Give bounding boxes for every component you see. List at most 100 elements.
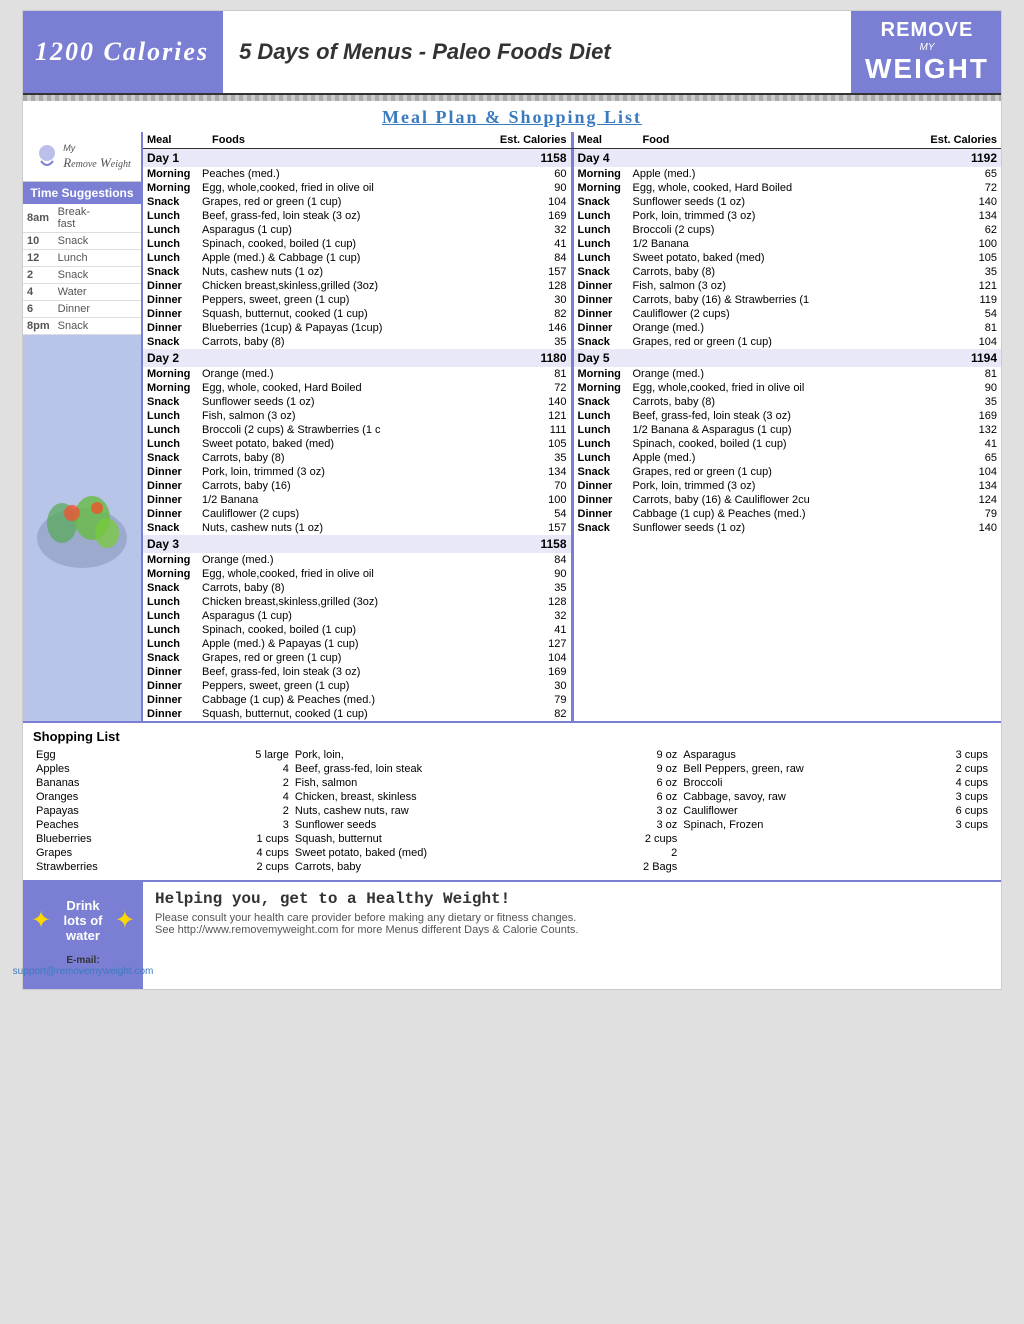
meal-type: Dinner xyxy=(574,279,629,293)
shopping-item: Fish, salmon 6 oz xyxy=(292,776,680,790)
meal-type: Lunch xyxy=(143,251,198,265)
time-4: 4 xyxy=(23,284,54,301)
food-item: Asparagus (1 cup) xyxy=(198,223,513,237)
meal-type: Dinner xyxy=(574,293,629,307)
calorie-value: 35 xyxy=(513,451,570,465)
bottom-area: ✦ Drink lots of water ✦ E-mail: support@… xyxy=(23,880,1001,989)
food-item: Spinach, cooked, boiled (1 cup) xyxy=(198,237,513,251)
food-item: Pork, loin, trimmed (3 oz) xyxy=(198,465,513,479)
email-label: E-mail: xyxy=(66,955,99,966)
food-item: Cabbage (1 cup) & Peaches (med.) xyxy=(198,693,513,707)
calorie-value: 72 xyxy=(513,381,570,395)
shopping-item: Oranges 4 xyxy=(33,790,292,804)
meal-row: Lunch Beef, grass-fed, loin steak (3 oz)… xyxy=(143,209,571,223)
meal-row: Dinner Blueberries (1cup) & Papayas (1cu… xyxy=(143,321,571,335)
meal-type: Dinner xyxy=(574,507,629,521)
food-item: Spinach, cooked, boiled (1 cup) xyxy=(198,623,513,637)
my-text: MY xyxy=(920,42,935,53)
meal-row: Lunch Beef, grass-fed, loin steak (3 oz)… xyxy=(574,409,1002,423)
calorie-value: 169 xyxy=(513,209,570,223)
time-row-5: 4 Water xyxy=(23,284,141,301)
meal-type: Dinner xyxy=(574,493,629,507)
food-item: Cauliflower (2 cups) xyxy=(629,307,944,321)
shopping-item: Broccoli 4 cups xyxy=(680,776,991,790)
header-cal-right: Est. Calories xyxy=(921,132,1001,148)
calorie-value: 35 xyxy=(943,265,1001,279)
shopping-item: Papayas 2 xyxy=(33,804,292,818)
shopping-item: Sweet potato, baked (med) 2 xyxy=(292,846,680,860)
calorie-value: 157 xyxy=(513,265,570,279)
meal-type: Lunch xyxy=(143,437,198,451)
meal-row: Morning Orange (med.) 84 xyxy=(143,553,571,567)
food-item: Peppers, sweet, green (1 cup) xyxy=(198,679,513,693)
meal-row: Dinner Pork, loin, trimmed (3 oz) 134 xyxy=(143,465,571,479)
meal-type: Morning xyxy=(574,381,629,395)
food-item: Squash, butternut, cooked (1 cup) xyxy=(198,307,513,321)
left-table-header: Meal Foods Est. Calories xyxy=(143,132,571,148)
food-item: Pork, loin, trimmed (3 oz) xyxy=(629,479,944,493)
tables-area: Meal Foods Est. Calories Meal Food Est. … xyxy=(143,132,1001,721)
meal-row: Lunch 1/2 Banana 100 xyxy=(574,237,1002,251)
shopping-item: Spinach, Frozen 3 cups xyxy=(680,818,991,832)
calorie-value: 124 xyxy=(943,493,1001,507)
calorie-value: 62 xyxy=(943,223,1001,237)
shopping-section: Shopping List Egg 5 large Apples 4 Banan… xyxy=(23,721,1001,880)
calorie-value: 82 xyxy=(513,307,570,321)
shopping-item: Cabbage, savoy, raw 3 cups xyxy=(680,790,991,804)
right-days-table: Day 4 1192 Morning Apple (med.) 65 Morni… xyxy=(574,149,1002,535)
shopping-col-3: Asparagus 3 cups Bell Peppers, green, ra… xyxy=(680,748,991,874)
meal-row: Dinner Cauliflower (2 cups) 54 xyxy=(143,507,571,521)
food-item: Fish, salmon (3 oz) xyxy=(629,279,944,293)
calorie-value: 70 xyxy=(513,479,570,493)
meal-type: Lunch xyxy=(143,623,198,637)
shopping-item-qty: 6 oz xyxy=(593,790,681,804)
shopping-item: Beef, grass-fed, loin steak 9 oz xyxy=(292,762,680,776)
food-item: Carrots, baby (16) & Cauliflower 2cu xyxy=(629,493,944,507)
food-item: Chicken breast,skinless,grilled (3oz) xyxy=(198,279,513,293)
meal-row: Morning Egg, whole,cooked, fried in oliv… xyxy=(143,567,571,581)
shopping-item-qty: 9 oz xyxy=(593,748,681,762)
meal-row: Lunch Asparagus (1 cup) 32 xyxy=(143,609,571,623)
shopping-title: Shopping List xyxy=(33,729,991,744)
food-item: Egg, whole,cooked, fried in olive oil xyxy=(629,381,944,395)
food-item: 1/2 Banana xyxy=(198,493,513,507)
header-center: 5 Days of Menus - Paleo Foods Diet xyxy=(221,11,853,93)
shopping-item: Pork, loin, 9 oz xyxy=(292,748,680,762)
table-header-row: Meal Foods Est. Calories Meal Food Est. … xyxy=(143,132,1001,149)
meal-row: Dinner Squash, butternut, cooked (1 cup)… xyxy=(143,707,571,721)
meal-row: Dinner Carrots, baby (16) & Cauliflower … xyxy=(574,493,1002,507)
food-item: Sweet potato, baked (med) xyxy=(198,437,513,451)
meal-row: Lunch Apple (med.) & Cabbage (1 cup) 84 xyxy=(143,251,571,265)
day-label: Day 3 xyxy=(143,535,513,553)
meal-type: Dinner xyxy=(143,465,198,479)
calorie-value: 32 xyxy=(513,223,570,237)
shopping-item-qty: 3 oz xyxy=(593,804,681,818)
time-8am: 8am xyxy=(23,204,54,233)
shopping-item: Egg 5 large xyxy=(33,748,292,762)
calorie-value: 60 xyxy=(513,167,570,181)
shopping-item-name: Pork, loin, xyxy=(292,748,593,762)
time-8pm: 8pm xyxy=(23,318,54,335)
meal-row: Snack Sunflower seeds (1 oz) 140 xyxy=(143,395,571,409)
calorie-value: 127 xyxy=(513,637,570,651)
shopping-item: Sunflower seeds 3 oz xyxy=(292,818,680,832)
calorie-value: 90 xyxy=(943,381,1001,395)
meal-row: Lunch Spinach, cooked, boiled (1 cup) 41 xyxy=(574,437,1002,451)
calorie-value: 65 xyxy=(943,167,1001,181)
meal-row: Morning Egg, whole, cooked, Hard Boiled … xyxy=(143,381,571,395)
meal-breakfast: Break-fast xyxy=(54,204,141,233)
meal-row: Dinner Pork, loin, trimmed (3 oz) 134 xyxy=(574,479,1002,493)
shopping-item-qty: 3 xyxy=(196,818,292,832)
header-left: 1200 Calories xyxy=(23,11,221,93)
meal-row: Lunch Chicken breast,skinless,grilled (3… xyxy=(143,595,571,609)
meal-type: Lunch xyxy=(574,237,629,251)
meal-type: Dinner xyxy=(143,693,198,707)
day-label: Day 5 xyxy=(574,349,944,367)
helping-text: Helping you, get to a Healthy Weight! xyxy=(155,890,989,908)
day-total: 1158 xyxy=(513,535,570,553)
shopping-item-name: Papayas xyxy=(33,804,196,818)
calorie-value: 119 xyxy=(943,293,1001,307)
calorie-value: 81 xyxy=(513,367,570,381)
shopping-item-name: Chicken, breast, skinless xyxy=(292,790,593,804)
meal-row: Dinner Squash, butternut, cooked (1 cup)… xyxy=(143,307,571,321)
